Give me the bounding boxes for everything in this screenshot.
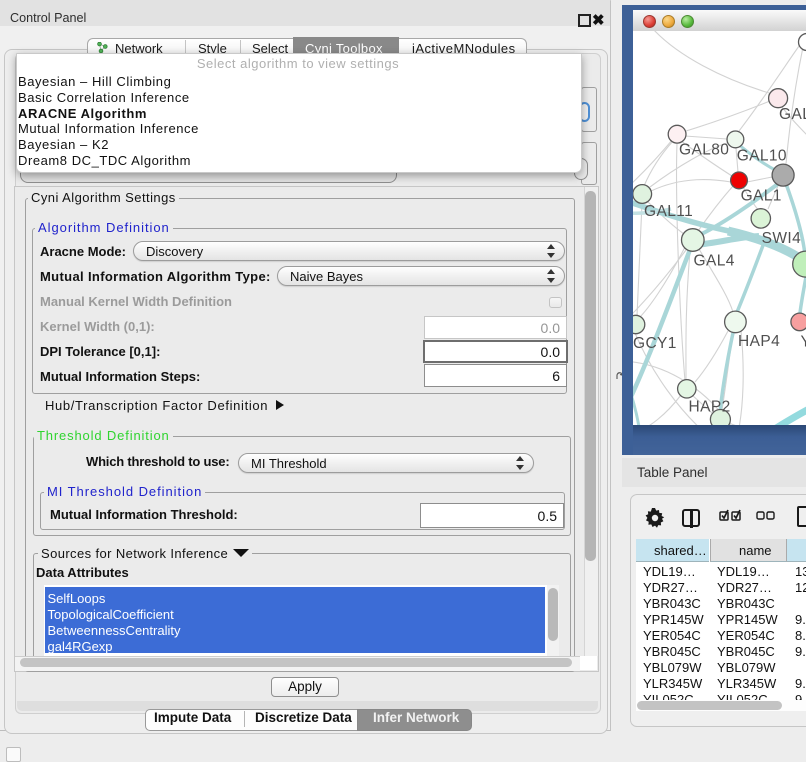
svg-text:SWI4: SWI4 <box>762 230 802 247</box>
svg-text:GAL1: GAL1 <box>741 188 782 205</box>
svg-text:GAL80: GAL80 <box>679 142 729 159</box>
svg-text:GCY1: GCY1 <box>633 335 677 352</box>
svg-text:GAL4: GAL4 <box>694 253 735 270</box>
svg-text:GAL: GAL <box>779 106 806 123</box>
svg-text:GAL11: GAL11 <box>644 203 693 220</box>
svg-text:HAP4: HAP4 <box>738 333 780 350</box>
svg-text:Y: Y <box>801 334 806 351</box>
svg-text:GAL10: GAL10 <box>737 148 787 165</box>
svg-text:HAP2: HAP2 <box>689 399 731 416</box>
